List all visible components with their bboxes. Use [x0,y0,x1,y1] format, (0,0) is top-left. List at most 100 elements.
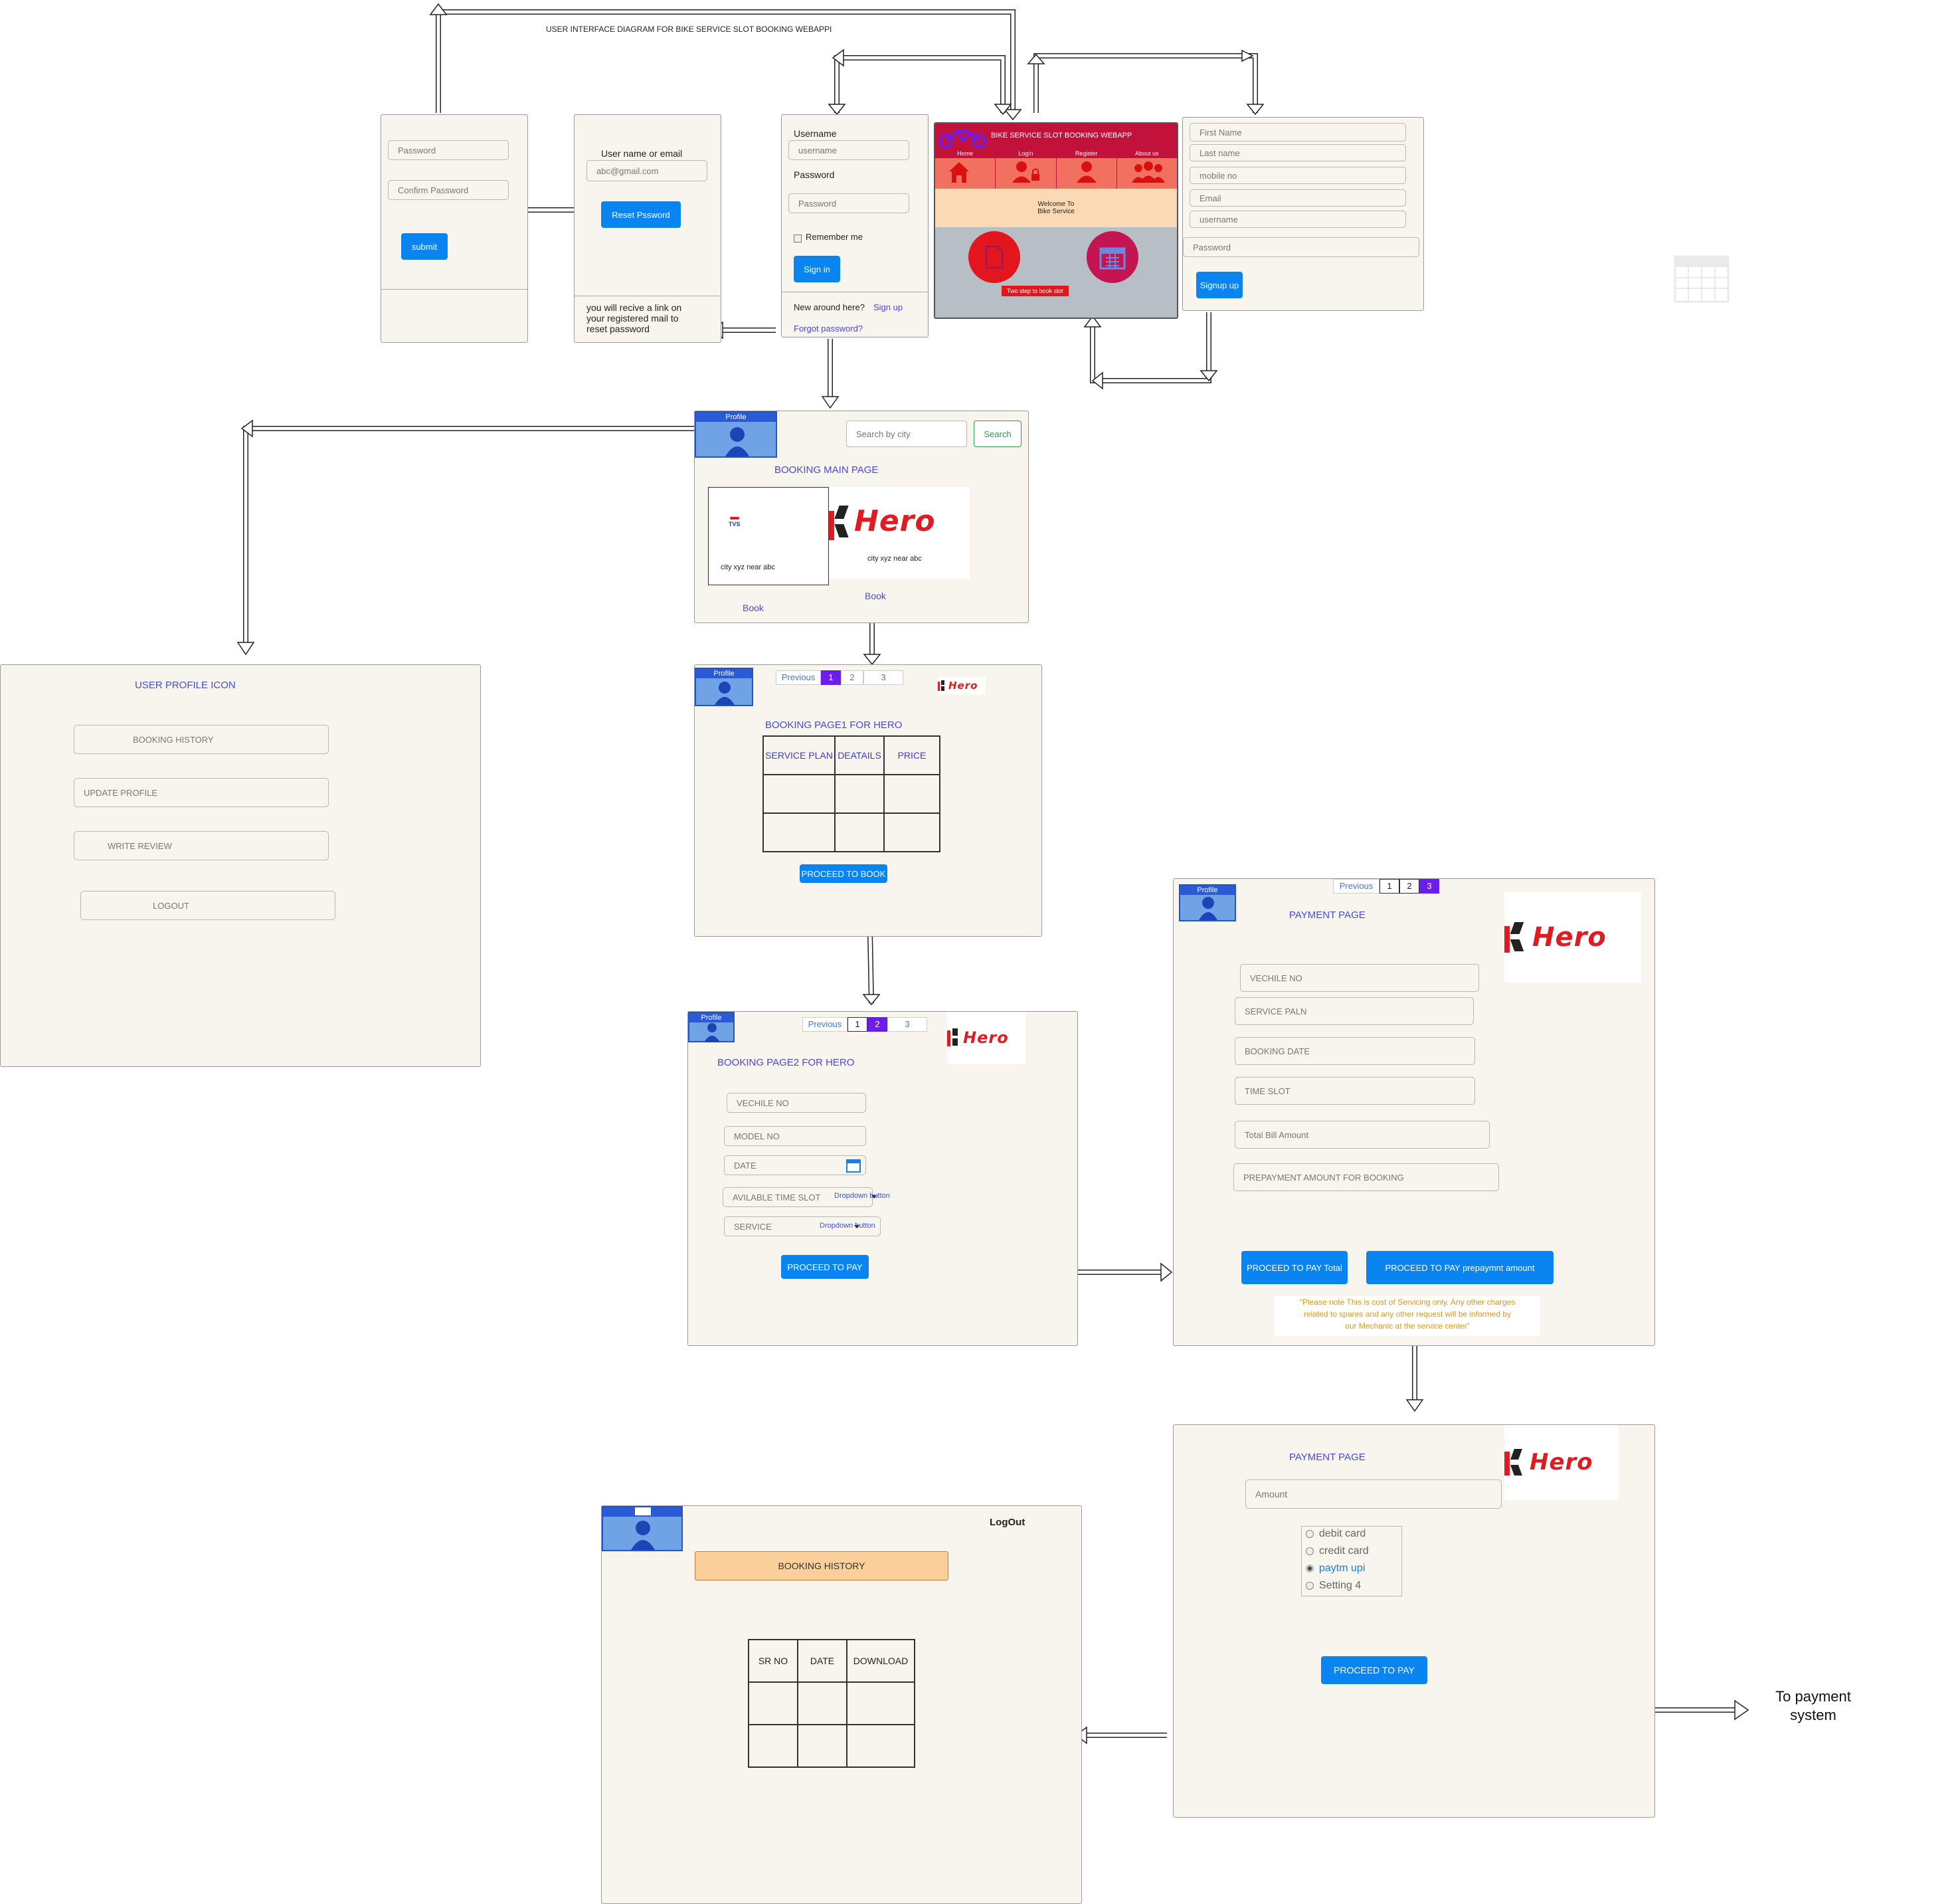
pagination: Previous 1 2 3 [802,1017,927,1032]
payment-page-title: PAYMENT PAGE [1289,909,1366,921]
table-cell [883,774,940,814]
profile-button[interactable]: Profile [695,411,777,458]
booking-page2-title: BOOKING PAGE2 FOR HERO [717,1057,855,1068]
sign-in-button[interactable]: Sign in [794,256,840,282]
two-step-label: Two step to book slot [1002,286,1069,296]
note-line2: related to spares and any other request … [1303,1309,1512,1319]
nav-register[interactable]: Register [1056,150,1117,189]
signup-button[interactable]: Signup up [1196,272,1243,298]
profile-label: Profile [696,669,752,678]
pager-previous[interactable]: Previous [1333,879,1379,894]
write-review-item[interactable]: WRITE REVIEW [74,831,329,860]
pager-page-3[interactable]: 3 [1419,879,1439,894]
nav-login[interactable]: Login [996,150,1057,189]
password-input[interactable]: Password [788,193,909,213]
login-panel: Username username Password Password Reme… [781,114,929,337]
radio-credit-card[interactable]: credit card [1306,1545,1369,1557]
table-cell [762,812,836,852]
booking-date-field[interactable]: BOOKING DATE [1235,1037,1475,1065]
radio-setting-4-label: Setting 4 [1319,1580,1362,1591]
calendar-step-button[interactable] [1087,231,1138,283]
amount-input[interactable]: Amount [1245,1479,1502,1509]
pager-previous[interactable]: Previous [802,1017,847,1032]
proceed-to-pay-button[interactable]: PROCEED TO PAY [1321,1656,1427,1684]
radio-circle-selected [1306,1565,1314,1572]
sign-up-link[interactable]: Sign up [873,302,903,312]
booking-history-item[interactable]: BOOKING HISTORY [74,725,329,754]
avatar-icon [715,682,735,705]
header-date: DATE [797,1639,847,1683]
table-cell [834,812,885,852]
header-price: PRICE [883,735,940,775]
first-name-input[interactable]: First Name [1190,123,1406,142]
pager-page-1[interactable]: 1 [847,1017,867,1032]
submit-button[interactable]: submit [401,233,448,260]
pager-page-1[interactable]: 1 [821,670,841,685]
banner-title: BIKE SERVICE SLOT BOOKING WEBAPP [991,132,1132,140]
hero-card[interactable]: Hero city xyz near abc [829,487,970,579]
confirm-password-input[interactable]: Confirm Password [388,180,509,200]
arrow-login-home [834,55,1006,113]
group-icon [1131,161,1165,183]
payment-page1-panel: Profile Previous 1 2 3 PAYMENT PAGE Hero… [1173,878,1655,1346]
to-payment-system-label: To payment system [1753,1687,1873,1725]
calendar-icon[interactable] [846,1158,861,1173]
update-profile-item[interactable]: UPDATE PROFILE [74,778,329,807]
vehicle-no-field[interactable]: VECHILE NO [1240,964,1479,992]
pager-page-3[interactable]: 3 [863,670,903,685]
book-tvs-link[interactable]: Book [743,603,764,613]
document-step-button[interactable] [968,231,1020,283]
last-name-input[interactable]: Last name [1190,144,1406,161]
pager-previous[interactable]: Previous [776,670,821,685]
logout-item[interactable]: LOGOUT [80,891,335,920]
profile-button[interactable]: Profile [695,668,753,706]
pager-page-3[interactable]: 3 [887,1017,927,1032]
time-slot-field[interactable]: TIME SLOT [1235,1077,1475,1105]
time-slot-dropdown-button[interactable]: Dropdown button [834,1192,890,1200]
radio-setting-4[interactable]: Setting 4 [1306,1580,1361,1592]
total-bill-field[interactable]: Total Bill Amount [1235,1121,1490,1149]
pay-prepayment-button[interactable]: PROCEED TO PAY prepaymnt amount [1366,1251,1554,1284]
pager-page-1[interactable]: 1 [1379,879,1399,894]
home-page-panel: BIKE SERVICE SLOT BOOKING WEBAPP Home Lo… [934,122,1178,319]
service-dropdown-button[interactable]: Dropdown button [820,1222,875,1230]
avatar[interactable] [602,1506,683,1551]
logout-link[interactable]: LogOut [990,1517,1025,1528]
proceed-to-book-button[interactable]: PROCEED TO BOOK [800,864,887,883]
forgot-password-link[interactable]: Forgot password? [794,324,863,333]
vehicle-no-input[interactable]: VECHILE NO [727,1093,866,1113]
service-plan-field[interactable]: SERVICE PALN [1235,997,1474,1025]
username-input[interactable]: username [788,140,909,160]
password-input[interactable]: Password [1183,237,1419,257]
pay-total-button[interactable]: PROCEED TO PAY Total [1241,1251,1348,1284]
prepayment-field[interactable]: PREPAYMENT AMOUNT FOR BOOKING [1233,1163,1499,1191]
nav-home[interactable]: Home [935,150,996,189]
email-input[interactable]: Email [1190,189,1406,207]
radio-paytm-upi[interactable]: paytm upi [1306,1563,1365,1574]
remember-checkbox[interactable] [794,235,802,242]
password-label: Password [794,169,835,180]
search-button[interactable]: Search [974,421,1022,447]
model-no-input[interactable]: MODEL NO [724,1126,866,1146]
profile-button[interactable]: Profile [1179,884,1236,921]
mobile-input[interactable]: mobile no [1190,167,1406,184]
email-field[interactable]: abc@gmail.com [586,160,707,181]
pager-page-2[interactable]: 2 [867,1017,887,1032]
reset-password-button[interactable]: Reset Pssword [601,201,681,228]
search-input[interactable]: Search by city [846,421,967,447]
radio-debit-card[interactable]: debit card [1306,1528,1366,1540]
pager-page-2[interactable]: 2 [1399,879,1419,894]
tvs-card[interactable]: TVS city xyz near abc [708,487,829,585]
radio-debit-card-label: debit card [1319,1528,1366,1539]
new-password-input[interactable]: Password [388,140,509,160]
book-hero-link[interactable]: Book [865,591,886,601]
profile-button[interactable]: Profile [688,1012,735,1042]
nav-about[interactable]: About us [1116,150,1177,189]
hero-logo-mark [938,680,946,692]
proceed-to-pay-button[interactable]: PROCEED TO PAY [781,1255,869,1279]
radio-paytm-upi-label: paytm upi [1319,1563,1366,1574]
username-input[interactable]: username [1190,211,1406,228]
date-input[interactable]: DATE [724,1155,866,1175]
pager-page-2[interactable]: 2 [841,670,863,685]
servicing-note: "Please note This is cost of Servicing o… [1275,1296,1540,1336]
